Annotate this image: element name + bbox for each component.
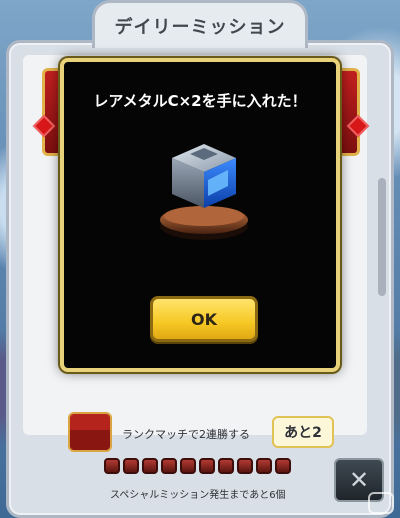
remaining-badge: あと2	[272, 416, 334, 448]
scrollbar[interactable]	[378, 178, 386, 296]
progress-token	[180, 458, 196, 474]
mission-row: ランクマッチで2連勝する あと2	[64, 408, 344, 456]
ok-label: OK	[191, 309, 217, 329]
progress-token	[161, 458, 177, 474]
title-tab: デイリーミッション	[92, 0, 308, 48]
rare-metal-cube-icon	[160, 144, 248, 240]
progress-token	[142, 458, 158, 474]
page-title: デイリーミッション	[114, 16, 286, 38]
progress-token	[218, 458, 234, 474]
reward-message: レアメタルC×2を手に入れた！	[93, 92, 307, 110]
progress-token	[275, 458, 291, 474]
ok-button[interactable]: OK	[150, 296, 258, 342]
progress-token	[123, 458, 139, 474]
progress-token	[104, 458, 120, 474]
close-icon: ✕	[348, 466, 370, 494]
mission-label: ランクマッチで2連勝する	[122, 428, 250, 441]
special-progress-text: スペシャルミッション発生まであと6個	[110, 490, 286, 501]
progress-token	[256, 458, 272, 474]
reward-modal: レアメタルC×2を手に入れた！ OK	[60, 58, 340, 372]
progress-token	[237, 458, 253, 474]
treasure-chest-icon	[68, 412, 112, 452]
remaining-count: あと2	[284, 425, 322, 441]
watermark-logo-icon	[368, 492, 394, 514]
progress-token	[199, 458, 215, 474]
special-progress-tokens	[104, 458, 304, 478]
